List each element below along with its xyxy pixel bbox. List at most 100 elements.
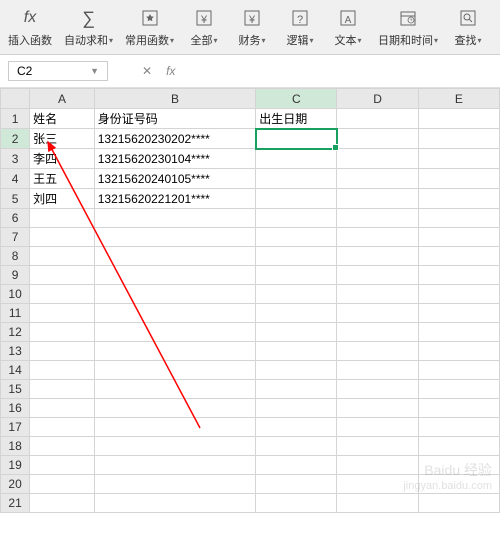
cell-E9[interactable] bbox=[418, 266, 499, 285]
cancel-icon[interactable]: ✕ bbox=[138, 62, 156, 80]
cell-A19[interactable] bbox=[30, 456, 95, 475]
cell-B15[interactable] bbox=[94, 380, 255, 399]
cell-B18[interactable] bbox=[94, 437, 255, 456]
cell-E14[interactable] bbox=[418, 361, 499, 380]
row-header-18[interactable]: 18 bbox=[1, 437, 30, 456]
ribbon-常用函数[interactable]: 常用函数▾ bbox=[119, 4, 180, 50]
cell-E11[interactable] bbox=[418, 304, 499, 323]
col-header-B[interactable]: B bbox=[94, 89, 255, 109]
cell-D18[interactable] bbox=[337, 437, 418, 456]
ribbon-插入函数[interactable]: fx插入函数 bbox=[2, 4, 58, 50]
row-header-21[interactable]: 21 bbox=[1, 494, 30, 513]
cell-B20[interactable] bbox=[94, 475, 255, 494]
cell-E4[interactable] bbox=[418, 169, 499, 189]
cell-C16[interactable] bbox=[256, 399, 337, 418]
cell-E2[interactable] bbox=[418, 129, 499, 149]
cell-D3[interactable] bbox=[337, 149, 418, 169]
cell-B17[interactable] bbox=[94, 418, 255, 437]
row-header-4[interactable]: 4 bbox=[1, 169, 30, 189]
cell-D14[interactable] bbox=[337, 361, 418, 380]
cell-D12[interactable] bbox=[337, 323, 418, 342]
row-header-6[interactable]: 6 bbox=[1, 209, 30, 228]
cell-A12[interactable] bbox=[30, 323, 95, 342]
cell-E15[interactable] bbox=[418, 380, 499, 399]
row-header-19[interactable]: 19 bbox=[1, 456, 30, 475]
cell-A11[interactable] bbox=[30, 304, 95, 323]
name-box[interactable]: C2 ▼ bbox=[8, 61, 108, 81]
cell-D1[interactable] bbox=[337, 109, 418, 129]
cell-C14[interactable] bbox=[256, 361, 337, 380]
cell-C10[interactable] bbox=[256, 285, 337, 304]
ribbon-自动求和[interactable]: ∑自动求和▾ bbox=[58, 4, 119, 50]
cell-C20[interactable] bbox=[256, 475, 337, 494]
row-header-16[interactable]: 16 bbox=[1, 399, 30, 418]
row-header-13[interactable]: 13 bbox=[1, 342, 30, 361]
cell-C9[interactable] bbox=[256, 266, 337, 285]
cell-B4[interactable]: 13215620240105**** bbox=[94, 169, 255, 189]
fx-icon[interactable]: fx bbox=[162, 62, 179, 80]
cell-A20[interactable] bbox=[30, 475, 95, 494]
cell-C2[interactable] bbox=[256, 129, 337, 149]
cell-D13[interactable] bbox=[337, 342, 418, 361]
cell-A7[interactable] bbox=[30, 228, 95, 247]
cell-A14[interactable] bbox=[30, 361, 95, 380]
cell-C15[interactable] bbox=[256, 380, 337, 399]
cell-E13[interactable] bbox=[418, 342, 499, 361]
row-header-15[interactable]: 15 bbox=[1, 380, 30, 399]
col-header-A[interactable]: A bbox=[30, 89, 95, 109]
cell-A1[interactable]: 姓名 bbox=[30, 109, 95, 129]
row-header-1[interactable]: 1 bbox=[1, 109, 30, 129]
select-all-corner[interactable] bbox=[1, 89, 30, 109]
cell-A13[interactable] bbox=[30, 342, 95, 361]
cell-E6[interactable] bbox=[418, 209, 499, 228]
cell-A6[interactable] bbox=[30, 209, 95, 228]
cell-D5[interactable] bbox=[337, 189, 418, 209]
cell-B2[interactable]: 13215620230202**** bbox=[94, 129, 255, 149]
cell-A2[interactable]: 张三 bbox=[30, 129, 95, 149]
cell-A9[interactable] bbox=[30, 266, 95, 285]
cell-D7[interactable] bbox=[337, 228, 418, 247]
cell-E16[interactable] bbox=[418, 399, 499, 418]
cell-E12[interactable] bbox=[418, 323, 499, 342]
row-header-8[interactable]: 8 bbox=[1, 247, 30, 266]
cell-E3[interactable] bbox=[418, 149, 499, 169]
cell-B6[interactable] bbox=[94, 209, 255, 228]
cell-C18[interactable] bbox=[256, 437, 337, 456]
cell-B10[interactable] bbox=[94, 285, 255, 304]
cell-D21[interactable] bbox=[337, 494, 418, 513]
cell-C17[interactable] bbox=[256, 418, 337, 437]
cell-A17[interactable] bbox=[30, 418, 95, 437]
cell-B21[interactable] bbox=[94, 494, 255, 513]
cell-C7[interactable] bbox=[256, 228, 337, 247]
cell-C5[interactable] bbox=[256, 189, 337, 209]
row-header-11[interactable]: 11 bbox=[1, 304, 30, 323]
cell-A3[interactable]: 李四 bbox=[30, 149, 95, 169]
cell-A4[interactable]: 王五 bbox=[30, 169, 95, 189]
ribbon-文本[interactable]: A文本▾ bbox=[324, 4, 372, 50]
cell-D6[interactable] bbox=[337, 209, 418, 228]
cell-E7[interactable] bbox=[418, 228, 499, 247]
cell-A21[interactable] bbox=[30, 494, 95, 513]
cell-D8[interactable] bbox=[337, 247, 418, 266]
cell-C12[interactable] bbox=[256, 323, 337, 342]
col-header-D[interactable]: D bbox=[337, 89, 418, 109]
ribbon-财务[interactable]: ¥财务▾ bbox=[228, 4, 276, 50]
cell-C19[interactable] bbox=[256, 456, 337, 475]
row-header-10[interactable]: 10 bbox=[1, 285, 30, 304]
row-header-17[interactable]: 17 bbox=[1, 418, 30, 437]
row-header-12[interactable]: 12 bbox=[1, 323, 30, 342]
cell-C13[interactable] bbox=[256, 342, 337, 361]
cell-E18[interactable] bbox=[418, 437, 499, 456]
cell-B13[interactable] bbox=[94, 342, 255, 361]
cell-B7[interactable] bbox=[94, 228, 255, 247]
cell-C6[interactable] bbox=[256, 209, 337, 228]
row-header-2[interactable]: 2 bbox=[1, 129, 30, 149]
row-header-20[interactable]: 20 bbox=[1, 475, 30, 494]
cell-D15[interactable] bbox=[337, 380, 418, 399]
row-header-14[interactable]: 14 bbox=[1, 361, 30, 380]
ribbon-逻辑[interactable]: ?逻辑▾ bbox=[276, 4, 324, 50]
cell-A10[interactable] bbox=[30, 285, 95, 304]
cell-B3[interactable]: 13215620230104**** bbox=[94, 149, 255, 169]
cell-B1[interactable]: 身份证号码 bbox=[94, 109, 255, 129]
cell-B12[interactable] bbox=[94, 323, 255, 342]
